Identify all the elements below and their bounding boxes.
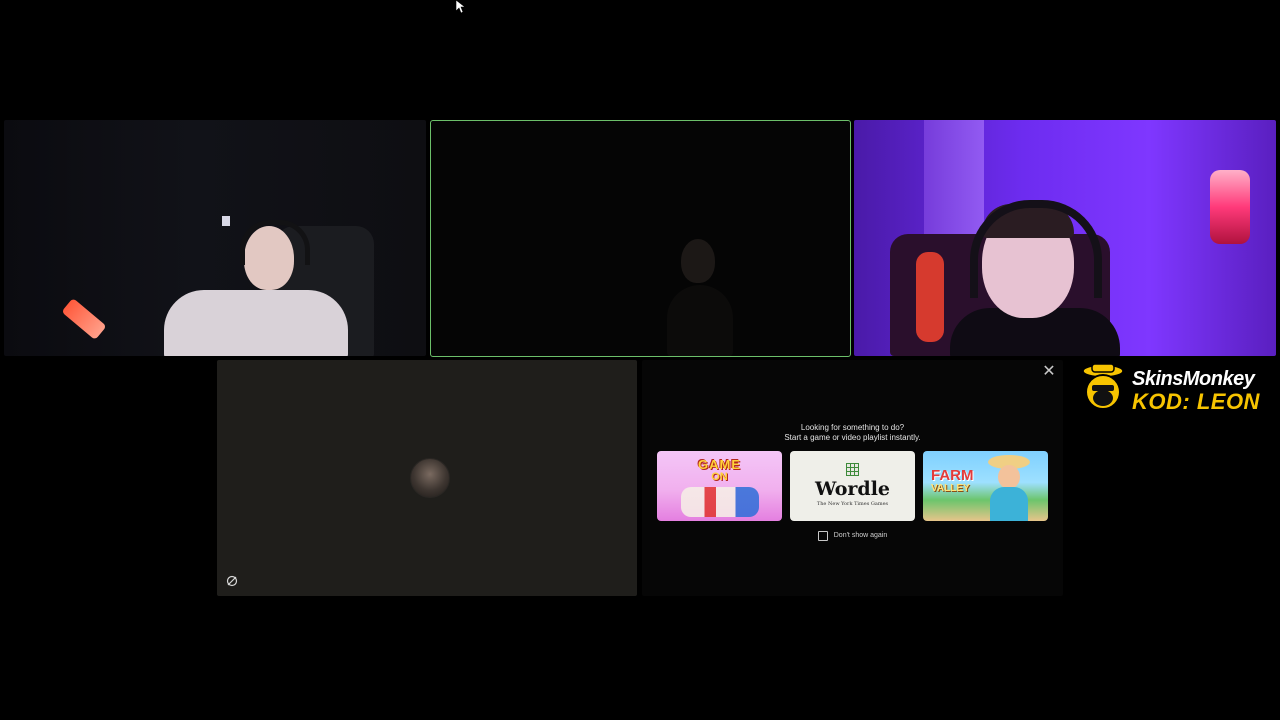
- video-tile-participant-2[interactable]: [430, 120, 851, 357]
- activity-title: FARM: [931, 467, 974, 484]
- character-face: [998, 465, 1020, 489]
- prompt-title: Looking for something to do?: [800, 423, 905, 432]
- participant-avatar: [410, 458, 450, 498]
- character-body: [990, 487, 1028, 521]
- sponsor-code: KOD: LEON: [1132, 389, 1260, 414]
- person-body: [667, 285, 733, 356]
- activity-card-farm-valley[interactable]: FARM VALLEY: [923, 451, 1048, 521]
- camera-off-icon: [226, 575, 238, 587]
- dont-show-again-checkbox[interactable]: [817, 531, 828, 541]
- mouse-cursor-icon: [456, 0, 466, 14]
- headphones: [970, 200, 1102, 298]
- activity-suggestions-panel: ✕ Looking for something to do? Start a g…: [642, 360, 1063, 596]
- activity-subtitle: ON: [711, 471, 728, 483]
- activity-card-game-on[interactable]: GAME ON: [657, 451, 782, 521]
- cartoon-characters: [681, 487, 759, 517]
- video-tile-participant-1[interactable]: [4, 120, 426, 356]
- wordle-logo-icon: [846, 463, 859, 476]
- headphones: [240, 220, 310, 265]
- prompt-subtitle: Start a game or video playlist instantly…: [784, 433, 921, 442]
- monkey-logo-icon: [1082, 363, 1124, 410]
- person-head: [681, 239, 715, 283]
- microphone-light: [1210, 170, 1250, 244]
- close-icon[interactable]: ✕: [1039, 362, 1059, 382]
- activity-subtitle: The New York Times Games: [816, 501, 889, 507]
- activity-subtitle: VALLEY: [931, 483, 970, 494]
- sponsor-banner: SkinsMonkey KOD: LEON: [1077, 360, 1277, 416]
- microphone-light: [61, 297, 107, 341]
- dont-show-again-label: Don't show again: [833, 532, 888, 539]
- video-tile-participant-4[interactable]: [217, 360, 637, 596]
- video-tile-participant-3[interactable]: [854, 120, 1276, 356]
- dont-show-again-row[interactable]: Don't show again: [642, 531, 1063, 542]
- sponsor-name: SkinsMonkey: [1132, 368, 1255, 390]
- activity-title: GAME: [698, 457, 741, 472]
- chair-accent: [916, 252, 944, 342]
- activity-card-wordle[interactable]: Wordle The New York Times Games: [790, 451, 915, 521]
- wall-light: [222, 216, 230, 226]
- person-body: [164, 290, 348, 356]
- activity-title: Wordle: [814, 478, 891, 500]
